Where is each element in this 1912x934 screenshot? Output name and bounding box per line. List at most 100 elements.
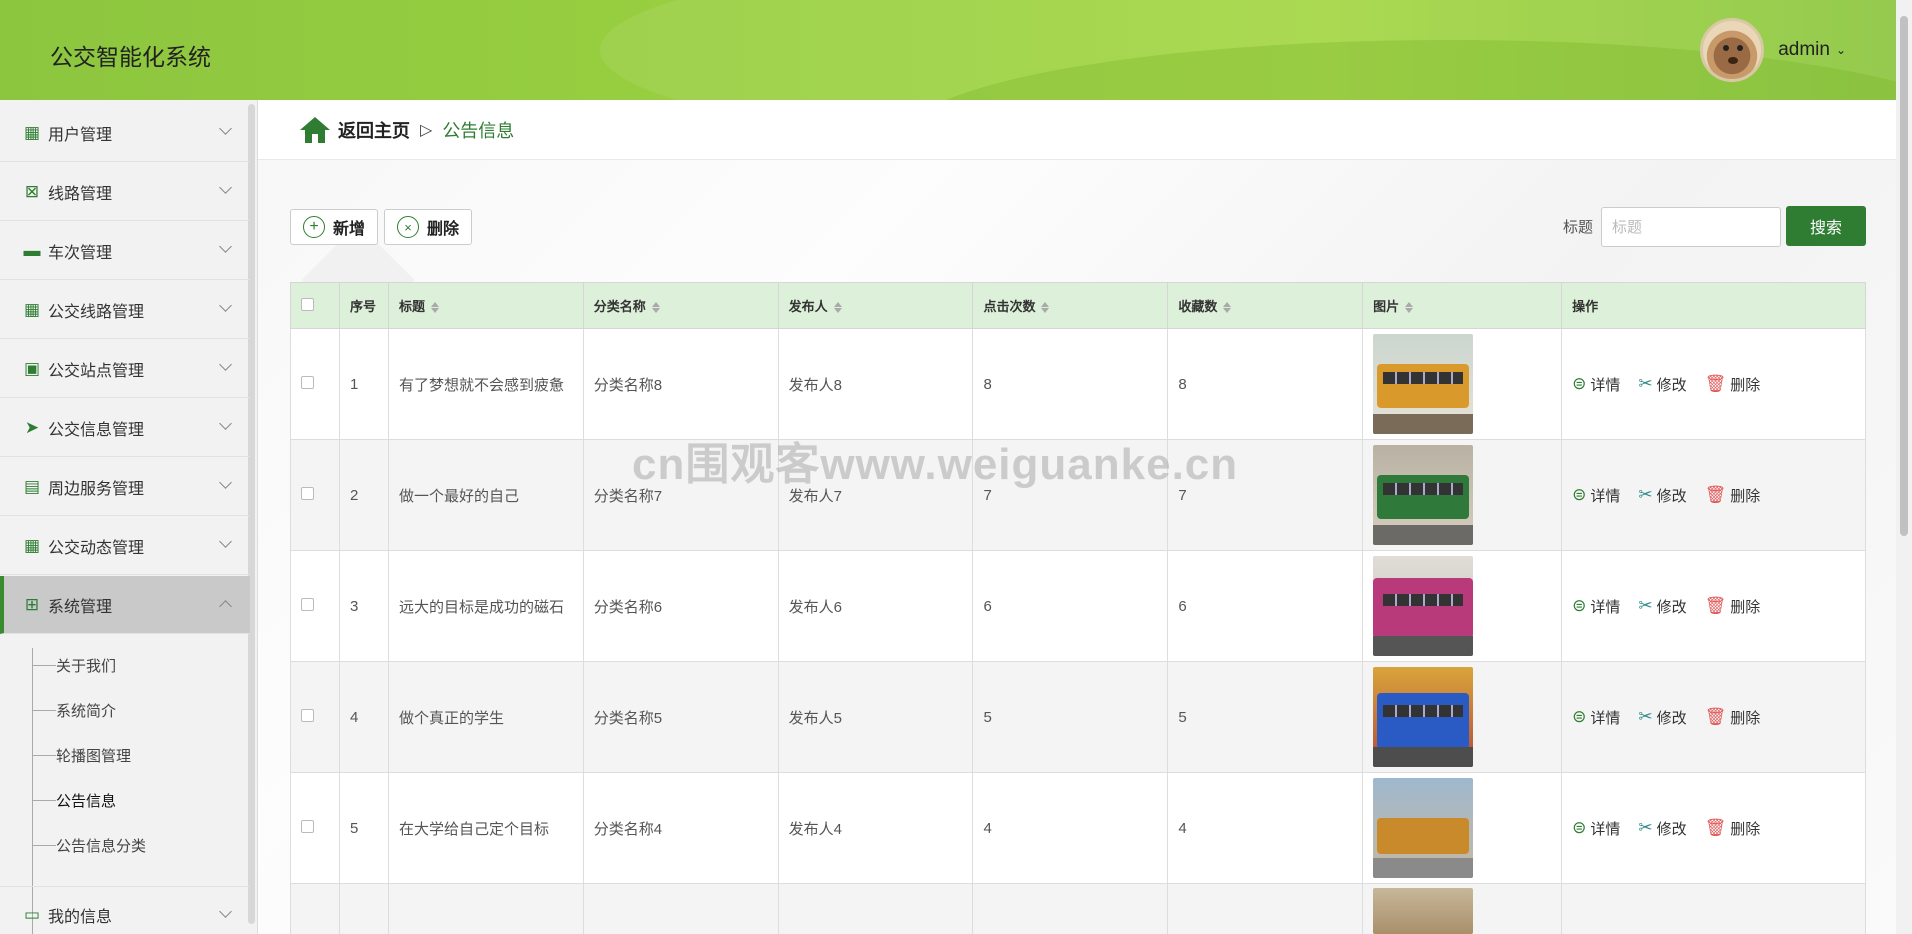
tram-image[interactable] — [1373, 334, 1474, 434]
search-button[interactable]: 搜索 — [1786, 206, 1866, 246]
column-header-label: 收藏数 — [1178, 299, 1218, 314]
clipboard-icon: ▤ — [23, 476, 41, 496]
tram-image[interactable] — [1373, 445, 1474, 545]
cell-actions: ⊜ 详情 ✂ 修改 🗑 删除 — [1561, 550, 1866, 662]
sidebar-item-system-management[interactable]: ⊞ 系统管理 — [0, 576, 250, 634]
row-select-cell — [290, 661, 340, 773]
sidebar-item-bus-dynamic-management[interactable]: ▦ 公交动态管理 — [0, 517, 250, 575]
cell-favorites — [1167, 883, 1364, 934]
detail-button[interactable]: ⊜ 详情 — [1572, 707, 1620, 728]
sort-icon[interactable] — [1223, 302, 1232, 313]
delete-row-button[interactable]: 🗑 删除 — [1705, 818, 1761, 839]
edit-button[interactable]: ✂ 修改 — [1638, 485, 1686, 506]
submenu-item-carousel-management[interactable]: 轮播图管理 — [32, 745, 131, 766]
plus-circle-icon: + — [303, 216, 325, 238]
edit-button[interactable]: ✂ 修改 — [1638, 596, 1686, 617]
column-header-publisher[interactable]: 发布人 — [777, 282, 974, 329]
chevron-down-icon — [219, 535, 232, 548]
row-checkbox[interactable] — [301, 486, 314, 500]
delete-row-button[interactable]: 🗑 删除 — [1705, 374, 1761, 395]
page-scrollbar[interactable] — [1896, 0, 1912, 934]
trash-icon: 🗑 — [1704, 485, 1727, 504]
tram-image[interactable] — [1373, 556, 1474, 656]
chevron-down-icon[interactable]: ⌄ — [1836, 43, 1846, 57]
chevron-down-icon — [219, 905, 232, 918]
detail-label: 详情 — [1590, 376, 1621, 394]
user-menu[interactable]: admin ⌄ — [1700, 18, 1846, 82]
row-checkbox[interactable] — [301, 819, 314, 833]
breadcrumb-home-link[interactable]: 返回主页 — [338, 117, 410, 143]
cell-category: 分类名称6 — [582, 550, 779, 662]
search-input[interactable] — [1601, 207, 1781, 247]
sidebar-item-my-info[interactable]: ▭ 我的信息 — [0, 886, 250, 934]
delete-label: 删除 — [1730, 487, 1761, 505]
sidebar: ▦ 用户管理 ⊠ 线路管理 ▬ 车次管理 ▦ 公交线路管理 ▣ 公交站点管理 ➤… — [0, 100, 258, 934]
sidebar-item-bus-line-management[interactable]: ▦ 公交线路管理 — [0, 281, 250, 339]
sidebar-item-trip-management[interactable]: ▬ 车次管理 — [0, 222, 250, 280]
delete-row-button[interactable]: 🗑 删除 — [1705, 707, 1761, 728]
tools-icon: ✂ — [1638, 818, 1653, 837]
detail-button[interactable]: ⊜ 详情 — [1572, 374, 1620, 395]
sort-icon[interactable] — [1405, 302, 1414, 313]
home-icon[interactable] — [300, 116, 330, 143]
sidebar-item-route-management[interactable]: ⊠ 线路管理 — [0, 163, 250, 221]
submenu-item-announcement-category[interactable]: 公告信息分类 — [32, 835, 146, 856]
delete-label: 删除 — [1730, 598, 1761, 616]
detail-button[interactable]: ⊜ 详情 — [1572, 485, 1620, 506]
top-header: 公交智能化系统 admin ⌄ — [0, 0, 1896, 100]
column-header-favorites[interactable]: 收藏数 — [1167, 282, 1364, 329]
delete-row-button[interactable]: 🗑 删除 — [1705, 485, 1761, 506]
edit-button[interactable]: ✂ 修改 — [1638, 374, 1686, 395]
sidebar-item-bus-info-management[interactable]: ➤ 公交信息管理 — [0, 399, 250, 457]
tram-image[interactable] — [1373, 778, 1474, 878]
submenu-item-announcement[interactable]: 公告信息 — [32, 790, 116, 811]
avatar[interactable] — [1700, 18, 1765, 82]
delete-button[interactable]: × 删除 — [384, 209, 473, 245]
cell-title: 远大的目标是成功的磁石 — [387, 550, 584, 662]
sidebar-item-label: 公交站点管理 — [48, 362, 145, 380]
row-select-cell — [290, 883, 340, 934]
table-row: 1 有了梦想就不会感到疲惫 分类名称8 发布人8 8 8 ⊜ 详情 ✂ 修改 🗑 删除 — [290, 328, 1866, 440]
sort-icon[interactable] — [651, 302, 660, 313]
sort-icon[interactable] — [430, 302, 439, 313]
edit-button[interactable]: ✂ 修改 — [1638, 818, 1686, 839]
column-header-image[interactable]: 图片 — [1362, 282, 1563, 329]
page-scrollbar-thumb[interactable] — [1900, 16, 1908, 536]
chevron-down-icon — [219, 358, 232, 371]
submenu-label: 公告信息 — [56, 793, 117, 810]
row-select-cell — [290, 439, 340, 551]
add-button[interactable]: + 新增 — [290, 209, 379, 245]
tram-image[interactable] — [1373, 887, 1474, 934]
edit-button[interactable]: ✂ 修改 — [1638, 707, 1686, 728]
submenu-item-system-intro[interactable]: 系统简介 — [32, 700, 116, 721]
row-checkbox[interactable] — [301, 597, 314, 611]
chevron-down-icon — [219, 417, 232, 430]
sort-icon[interactable] — [1041, 302, 1050, 313]
user-name[interactable]: admin — [1778, 39, 1830, 61]
cell-image — [1362, 439, 1563, 551]
cell-publisher: 发布人6 — [777, 550, 974, 662]
sidebar-item-label: 我的信息 — [48, 909, 113, 926]
row-checkbox[interactable] — [301, 375, 314, 389]
column-header-clicks[interactable]: 点击次数 — [972, 282, 1169, 329]
row-checkbox[interactable] — [301, 708, 314, 722]
detail-button[interactable]: ⊜ 详情 — [1572, 596, 1620, 617]
tram-image[interactable] — [1373, 667, 1474, 767]
select-all-checkbox[interactable] — [301, 297, 314, 311]
sidebar-item-bus-stop-management[interactable]: ▣ 公交站点管理 — [0, 340, 250, 398]
sidebar-item-user-management[interactable]: ▦ 用户管理 — [0, 104, 250, 162]
sort-icon[interactable] — [833, 302, 842, 313]
submenu-item-about-us[interactable]: 关于我们 — [32, 655, 116, 676]
chevron-down-icon — [219, 240, 232, 253]
sidebar-item-label: 周边服务管理 — [48, 480, 145, 498]
detail-button[interactable]: ⊜ 详情 — [1572, 818, 1620, 839]
row-select-cell — [290, 772, 340, 884]
sidebar-item-nearby-service-management[interactable]: ▤ 周边服务管理 — [0, 458, 250, 516]
cell-favorites: 4 — [1167, 772, 1364, 884]
column-header-category[interactable]: 分类名称 — [582, 282, 779, 329]
cell-actions — [1561, 883, 1866, 934]
column-header-title[interactable]: 标题 — [387, 282, 584, 329]
table-row — [290, 883, 1866, 934]
delete-row-button[interactable]: 🗑 删除 — [1705, 596, 1761, 617]
sidebar-item-label: 公交线路管理 — [48, 303, 145, 321]
